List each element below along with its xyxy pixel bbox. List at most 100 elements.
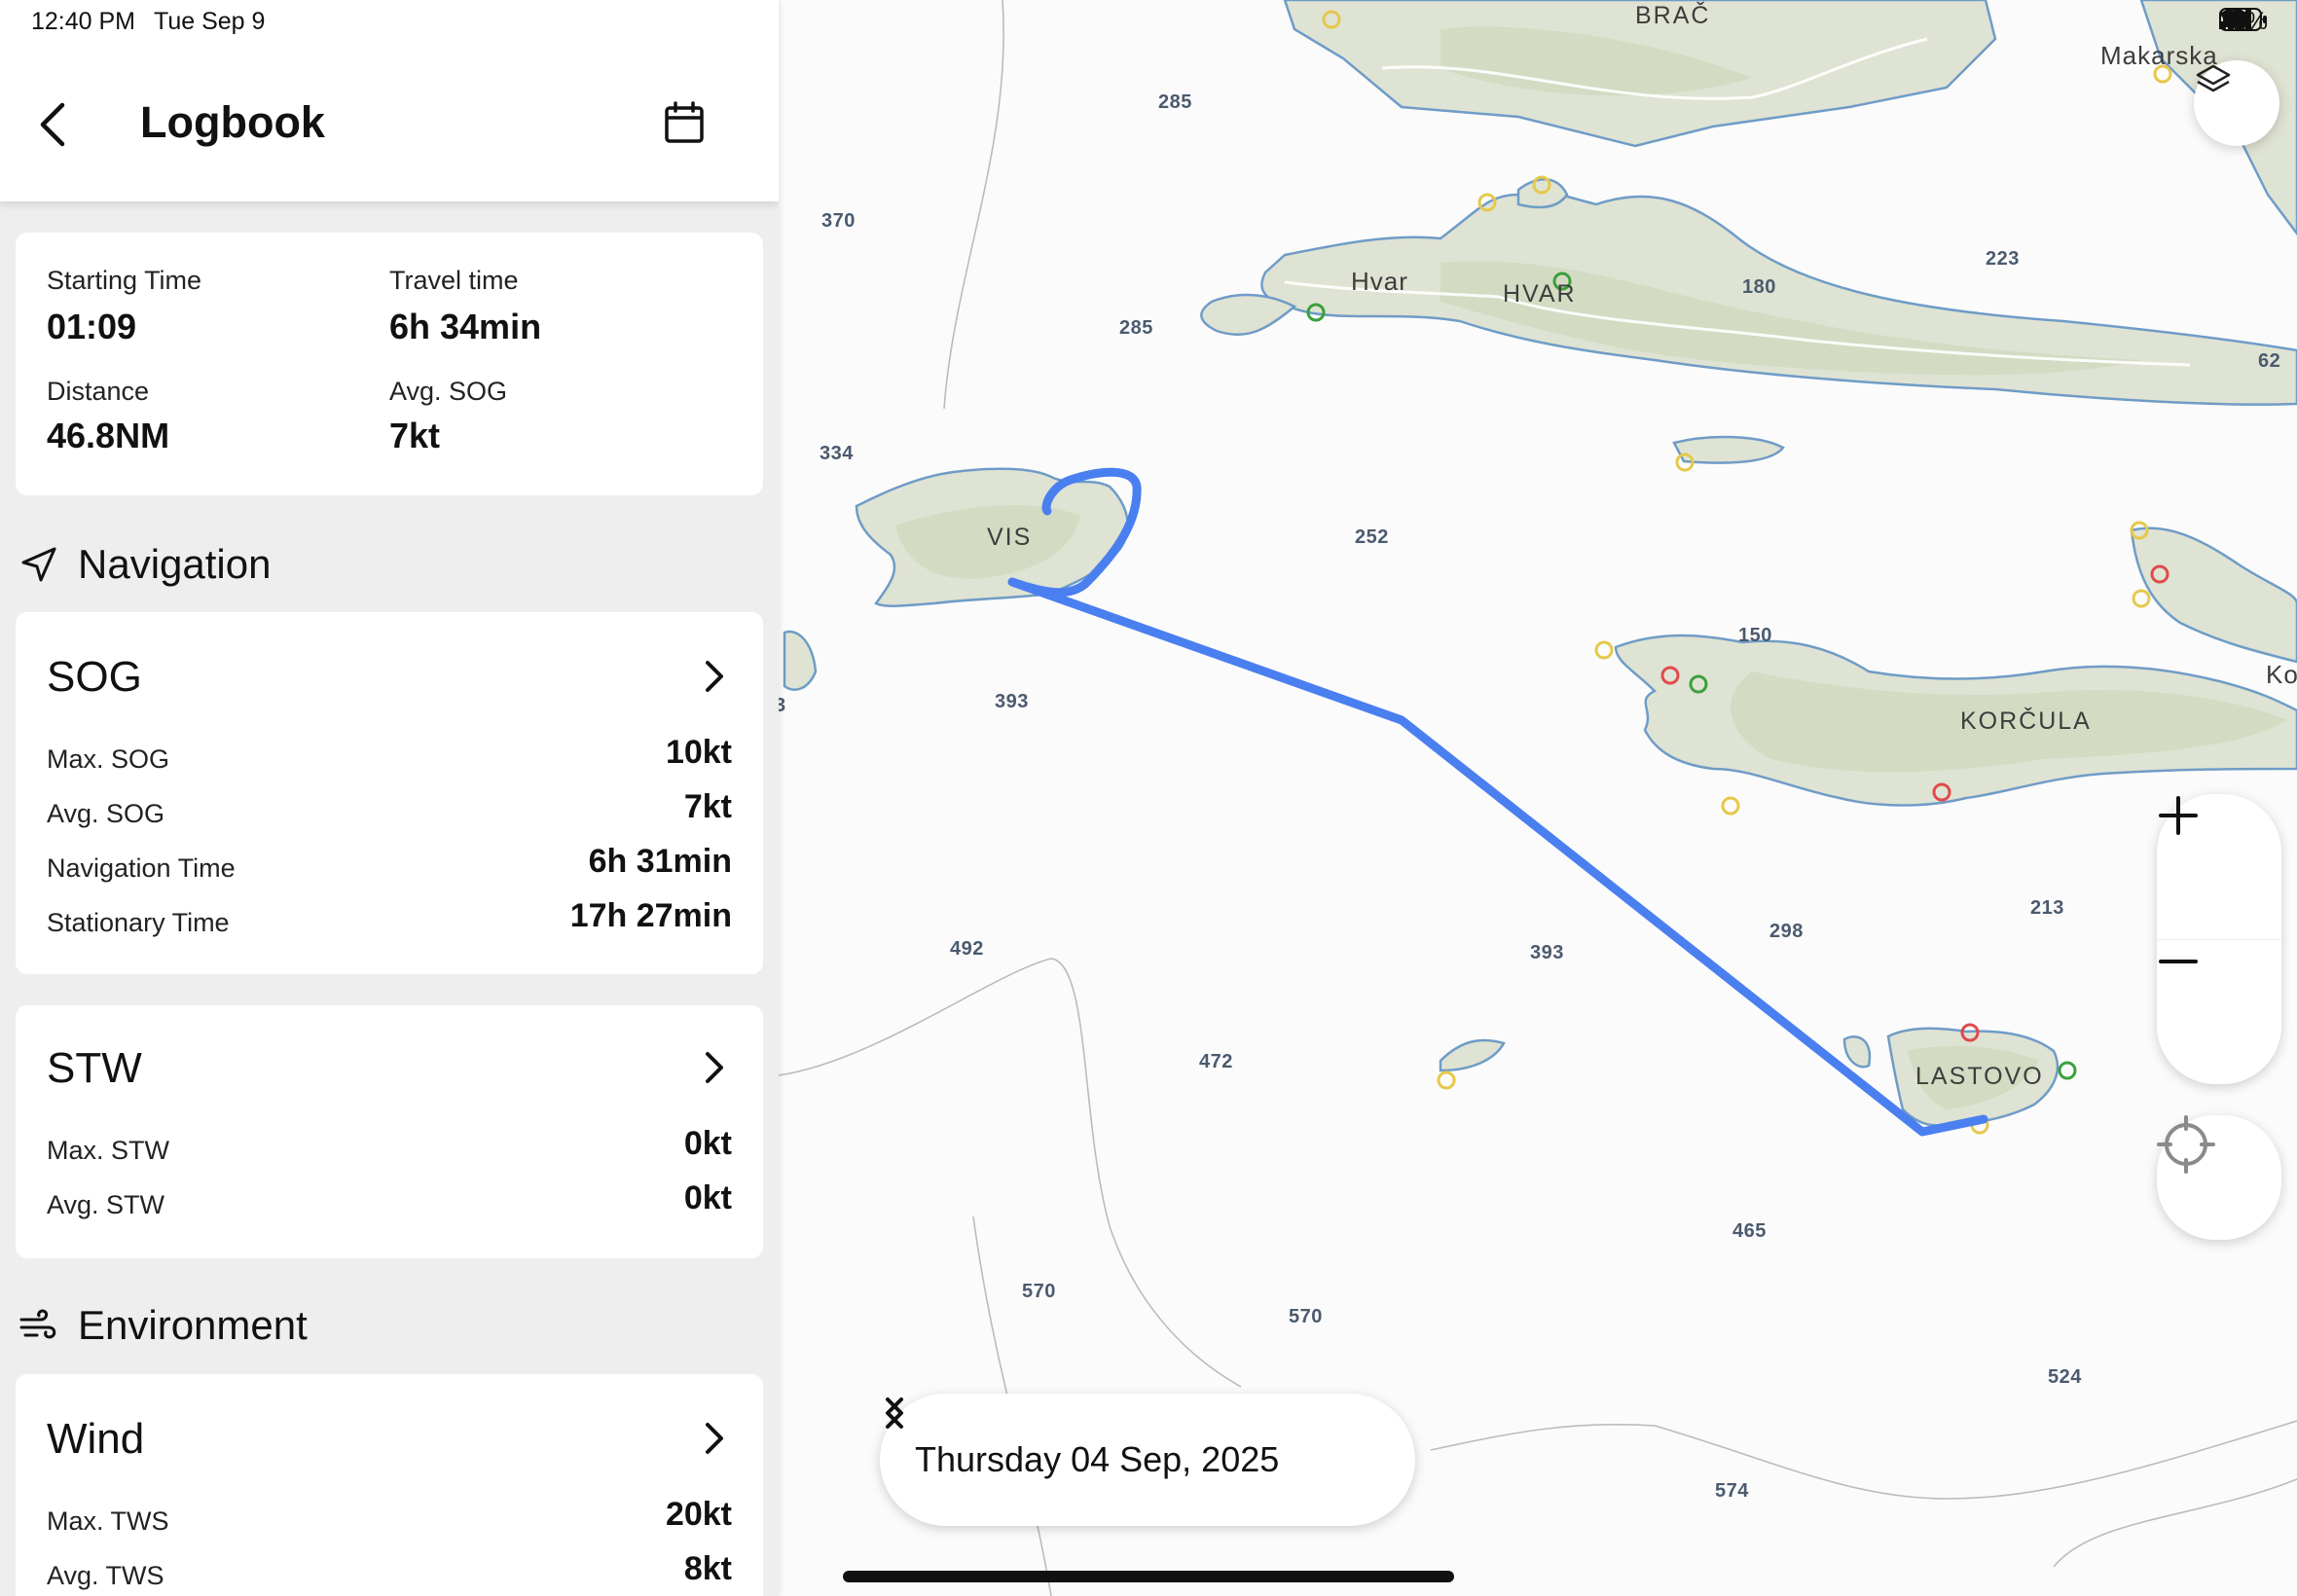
buoy-yellow bbox=[1721, 796, 1740, 816]
place-hvar: HVAR bbox=[1503, 280, 1577, 308]
avg-tws-label: Avg. TWS bbox=[47, 1561, 164, 1590]
calendar-button[interactable] bbox=[662, 99, 707, 148]
max-tws-label: Max. TWS bbox=[47, 1506, 169, 1536]
coast-peljesac bbox=[2130, 526, 2297, 664]
depth-contour bbox=[1430, 1420, 2297, 1500]
panel-header: 12:40 PM Tue Sep 9 Logbook bbox=[0, 0, 779, 201]
depth-sounding: 223 bbox=[1986, 248, 2020, 270]
layers-button[interactable] bbox=[2194, 60, 2279, 146]
zoom-controls bbox=[2157, 794, 2281, 1084]
depth-sounding: 180 bbox=[1742, 276, 1776, 298]
depth-sounding: 298 bbox=[1769, 921, 1804, 942]
trip-summary-card: Starting Time 01:09 Travel time 6h 34min… bbox=[16, 233, 763, 495]
minus-icon bbox=[2159, 960, 2198, 963]
home-indicator[interactable] bbox=[843, 1571, 1454, 1582]
page-title: Logbook bbox=[140, 97, 325, 147]
place-lastovo: LASTOVO bbox=[1915, 1063, 2044, 1090]
status-date: Tue Sep 9 bbox=[154, 8, 266, 35]
max-stw-label: Max. STW bbox=[47, 1136, 169, 1165]
sog-title: SOG bbox=[47, 653, 142, 701]
buoy-yellow bbox=[2132, 589, 2151, 608]
layers-icon bbox=[2196, 64, 2231, 92]
stw-title: STW bbox=[47, 1044, 142, 1092]
plus-icon bbox=[2159, 796, 2198, 835]
depth-sounding: 285 bbox=[1158, 91, 1192, 113]
route-track bbox=[1007, 467, 1988, 1137]
wind-title: Wind bbox=[47, 1415, 145, 1463]
place-hvar-town: Hvar bbox=[1351, 267, 1408, 296]
date-selector: Thursday 04 Sep, 2025 bbox=[880, 1394, 1415, 1526]
depth-sounding: 252 bbox=[1355, 526, 1389, 548]
islet-pakleni bbox=[1200, 293, 1297, 336]
depth-sounding: 393 bbox=[995, 691, 1029, 712]
depth-sounding: 574 bbox=[1715, 1480, 1749, 1502]
next-day-button[interactable] bbox=[880, 1394, 909, 1433]
chevron-right-icon[interactable] bbox=[699, 657, 728, 696]
locate-button[interactable] bbox=[2157, 1115, 2281, 1240]
avg-tws-value: 8kt bbox=[683, 1550, 732, 1587]
navigation-arrow-icon bbox=[21, 547, 56, 582]
starting-time-label: Starting Time bbox=[47, 266, 202, 295]
battery-icon bbox=[2218, 8, 2267, 31]
buoy-yellow bbox=[1437, 1070, 1456, 1090]
avg-sog-row-value: 7kt bbox=[683, 788, 732, 825]
depth-contour bbox=[778, 958, 1242, 1388]
zoom-in-button[interactable] bbox=[2157, 794, 2281, 939]
islet bbox=[1842, 1035, 1872, 1069]
logbook-panel: 12:40 PM Tue Sep 9 Logbook Starting Time… bbox=[0, 0, 779, 1596]
chevron-right-icon[interactable] bbox=[699, 1048, 728, 1087]
depth-sounding: 492 bbox=[950, 938, 984, 960]
back-button[interactable] bbox=[27, 95, 78, 154]
stw-card[interactable]: STW Max. STW 0kt Avg. STW 0kt bbox=[16, 1005, 763, 1258]
depth-sounding: 285 bbox=[1119, 317, 1153, 339]
stationary-time-value: 17h 27min bbox=[569, 897, 732, 934]
depth-sounding: 393 bbox=[1530, 942, 1564, 963]
depth-sounding: 465 bbox=[1732, 1220, 1767, 1242]
depth-contour bbox=[943, 0, 1004, 410]
navigation-section-header: Navigation bbox=[19, 535, 271, 594]
avg-sog-row-label: Avg. SOG bbox=[47, 799, 165, 828]
place-ko: Ko bbox=[2266, 660, 2297, 689]
avg-stw-value: 0kt bbox=[683, 1179, 732, 1216]
distance-value: 46.8NM bbox=[47, 416, 170, 455]
place-korcula: KORČULA bbox=[1960, 707, 2092, 735]
environment-title: Environment bbox=[78, 1302, 308, 1348]
status-bar-right: 71% bbox=[2218, 8, 2268, 36]
buoy-green bbox=[2058, 1061, 2077, 1080]
depth-sounding: 213 bbox=[2030, 897, 2064, 919]
travel-time-label: Travel time bbox=[389, 266, 519, 295]
environment-section-header: Environment bbox=[19, 1296, 308, 1355]
status-time: 12:40 PM bbox=[31, 8, 136, 35]
navigation-title: Navigation bbox=[78, 541, 272, 587]
depth-sounding: 570 bbox=[1289, 1306, 1323, 1327]
avg-sog-label: Avg. SOG bbox=[389, 377, 508, 406]
depth-contour bbox=[2053, 1478, 2297, 1568]
buoy-yellow bbox=[1594, 640, 1614, 660]
max-stw-value: 0kt bbox=[683, 1125, 732, 1162]
avg-sog-value: 7kt bbox=[389, 416, 441, 455]
island-hvar bbox=[1260, 189, 2297, 406]
depth-sounding: 62 bbox=[2258, 350, 2281, 372]
zoom-out-button[interactable] bbox=[2157, 939, 2281, 1084]
wind-icon bbox=[19, 1309, 56, 1339]
place-vis: VIS bbox=[987, 524, 1033, 551]
travel-time-value: 6h 34min bbox=[389, 307, 542, 346]
depth-sounding: 370 bbox=[821, 210, 856, 232]
chevron-right-icon[interactable] bbox=[699, 1419, 728, 1458]
avg-stw-label: Avg. STW bbox=[47, 1190, 165, 1219]
place-brac: BRAČ bbox=[1635, 2, 1711, 29]
stationary-time-label: Stationary Time bbox=[47, 908, 230, 937]
max-sog-label: Max. SOG bbox=[47, 744, 170, 774]
depth-sounding: 570 bbox=[1022, 1281, 1056, 1302]
selected-date: Thursday 04 Sep, 2025 bbox=[915, 1439, 1280, 1479]
wind-card[interactable]: Wind Max. TWS 20kt Avg. TWS 8kt bbox=[16, 1374, 763, 1596]
islet bbox=[783, 630, 818, 691]
depth-sounding: 472 bbox=[1199, 1051, 1233, 1072]
max-sog-value: 10kt bbox=[665, 734, 732, 771]
depth-sounding: 150 bbox=[1738, 625, 1772, 646]
max-tws-value: 20kt bbox=[665, 1496, 732, 1533]
crosshair-icon bbox=[2157, 1115, 2215, 1174]
distance-label: Distance bbox=[47, 377, 150, 406]
sog-card[interactable]: SOG Max. SOG 10kt Avg. SOG 7kt Navigatio… bbox=[16, 612, 763, 974]
island-susac bbox=[1439, 1038, 1506, 1072]
